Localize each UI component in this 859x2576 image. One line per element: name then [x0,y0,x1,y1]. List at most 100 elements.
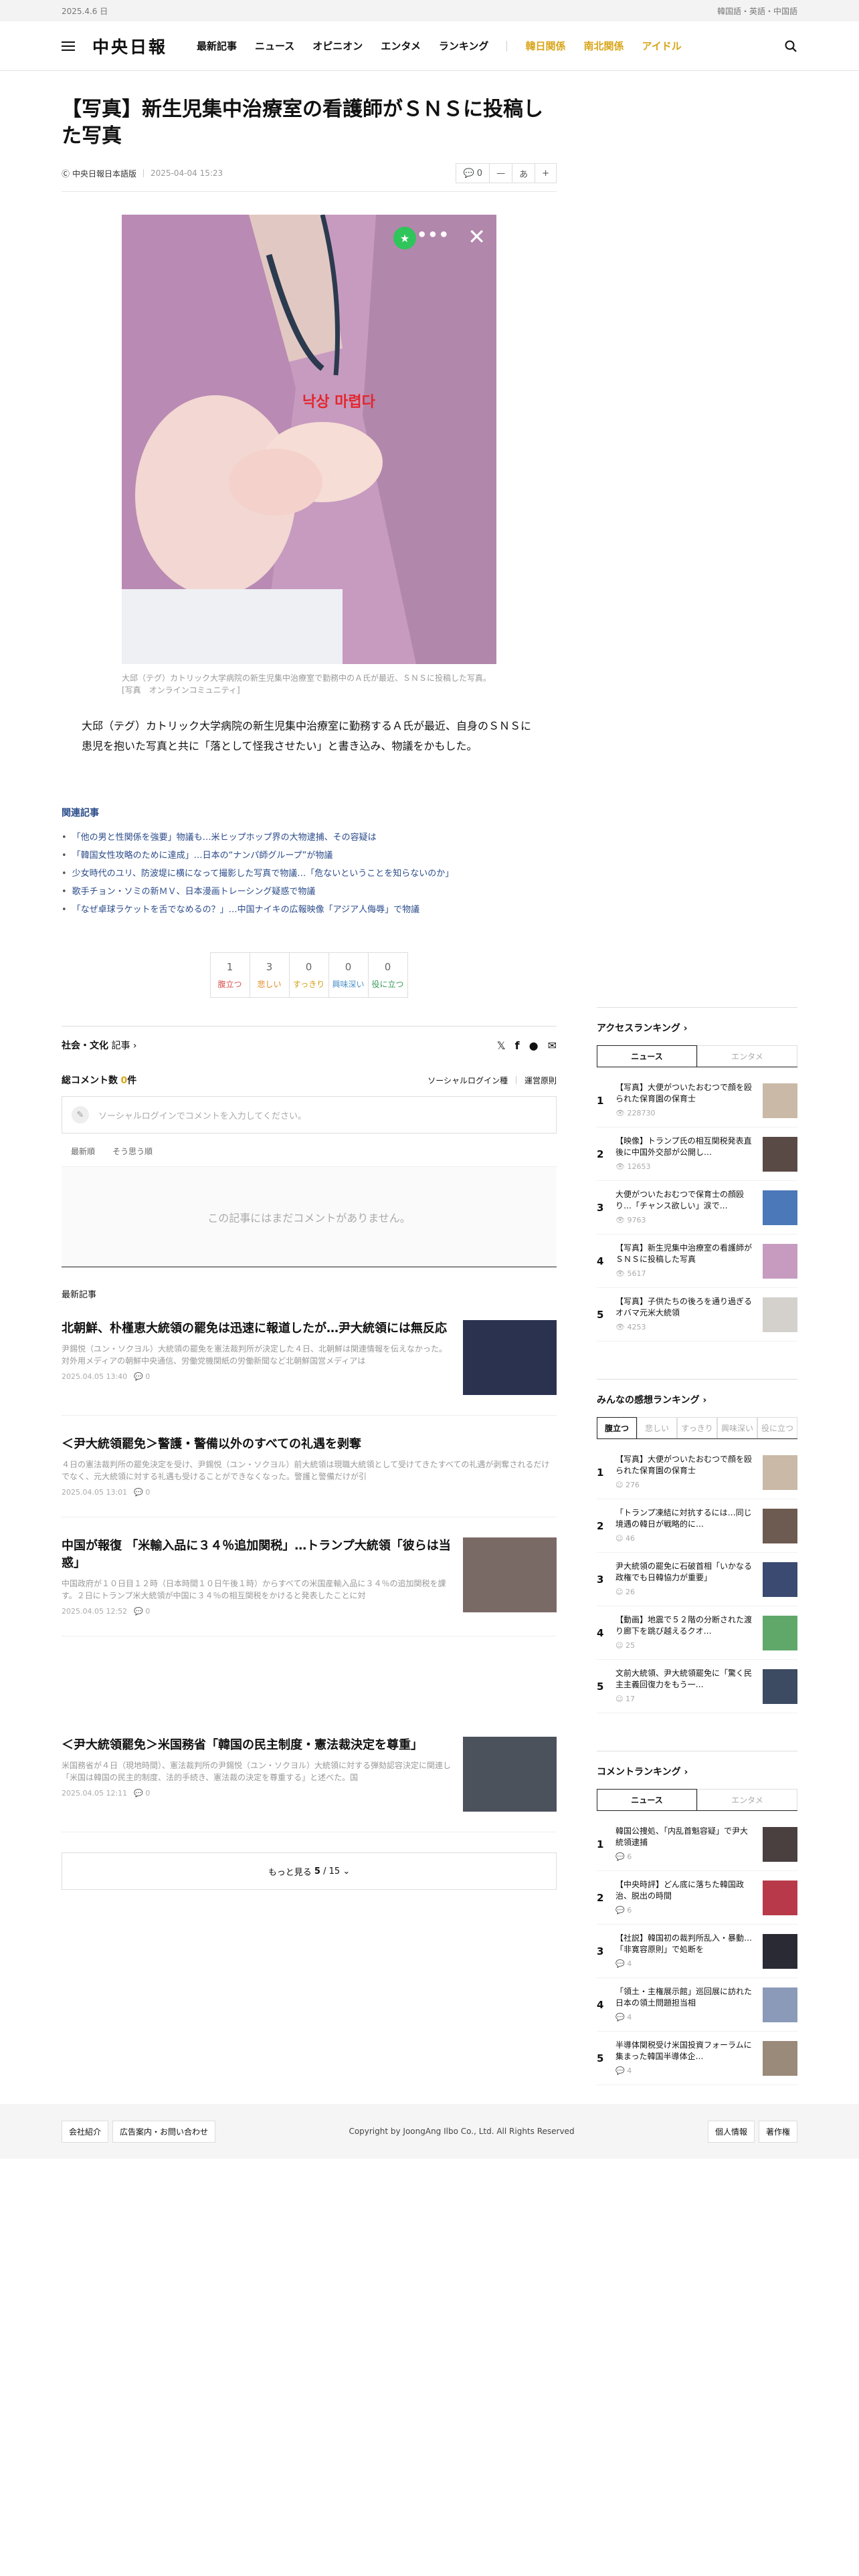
tab-useful[interactable]: 役に立つ [757,1417,797,1438]
reaction-useful[interactable]: 0 役に立つ [367,952,408,998]
ranking-item[interactable]: 3 【社説】韓国初の裁判所乱入・暴動…「非寛容原則」で処断を 💬 4 [597,1925,797,1978]
comments-header: 総コメント数 0件 ソーシャルログイン種 運営原則 [62,1073,557,1087]
nav-latest[interactable]: 最新記事 [197,39,237,53]
ranking-item[interactable]: 5 文前大統領、尹大統領罷免に「驚く民主主義回復力をもう一… ☺ 17 [597,1660,797,1713]
line-share-icon[interactable]: ● [529,1039,539,1052]
close-icon[interactable]: ✕ [468,224,486,249]
latest-item[interactable]: ＜尹大統領罷免＞米国務省「韓国の民主制度・憲法裁決定を尊重」 米国務省が４日（現地… [62,1737,557,1832]
category-row: 社会・文化 記事 › 𝕏 f ● ✉ [62,1026,557,1052]
facebook-share-icon[interactable]: f [515,1039,520,1052]
reaction-interesting[interactable]: 0 興味深い [328,952,369,998]
social-login-types[interactable]: ソーシャルログイン種 [427,1075,508,1086]
tab-entertainment[interactable]: エンタメ [697,1045,797,1067]
article-column: 【写真】新生児集中治療室の看護師がＳＮＳに投稿した写真 Ⓒ 中央日報日本語版 2… [62,71,557,1890]
ranking-item[interactable]: 2 【映像】トランプ氏の相互関税発表直後に中国外交部が公開し… 👁 12653 [597,1128,797,1181]
latest-thumbnail [463,1537,557,1612]
nav-opinion[interactable]: オピニオン [312,39,363,53]
ranking-item[interactable]: 2 【中央時評】どん底に落ちた韓国政治、脱出の時間 💬 6 [597,1871,797,1925]
latest-item[interactable]: ＜尹大統領罷免＞警護・警備以外のすべての礼遇を剥奪 ４日の憲法裁判所の罷免決定を受… [62,1436,557,1517]
load-more-button[interactable]: もっと見る 5 / 15 ⌄ [62,1852,557,1890]
tab-entertainment[interactable]: エンタメ [697,1789,797,1810]
hamburger-menu-icon[interactable] [62,41,75,51]
reaction-angry[interactable]: 1 腹立つ [209,952,250,998]
related-articles: 関連記事 「他の男と性関係を強要」物議も…米ヒップホップ界の大物逮捕、その容疑は… [62,806,557,919]
x-share-icon[interactable]: 𝕏 [497,1039,506,1052]
chevron-right-icon: › [132,1041,137,1051]
latest-item[interactable]: 北朝鮮、朴槿恵大統領の罷免は迅速に報道したが…尹大統領には無反応 尹錫悦（ユン・ソ… [62,1320,557,1416]
tab-angry[interactable]: 腹立つ [597,1417,637,1438]
ranking-item[interactable]: 5 半導体関税受け米国投資フォーラムに集まった韓国半導体企… 💬 4 [597,2032,797,2085]
ad-slot [62,1656,557,1737]
latest-item[interactable]: 中国が報復 「米輸入品に３４％追加関税」…トランプ大統領「彼らは当惑」 中国政府が… [62,1537,557,1636]
ranking-item[interactable]: 1 韓国公捜処、「内乱首魁容疑」で尹大統領逮捕 💬 6 [597,1818,797,1871]
chevron-down-icon: ⌄ [343,1866,351,1876]
more-options-icon[interactable]: ••• [417,225,450,244]
related-item[interactable]: 「なぜ卓球ラケットを舌でなめるの？」…中国ナイキの広報映像「アジア人侮辱」で物議 [62,901,557,919]
comments-title: 総コメント数 0件 [62,1075,137,1086]
footer-privacy-link[interactable]: 個人情報 [707,2120,755,2143]
nav-entertainment[interactable]: エンタメ [381,39,421,53]
article-body: 大邱（テグ）カトリック大学病院の新生児集中治療室に勤務するＡ氏が最近、自身のＳＮ… [82,720,532,752]
ranking-item[interactable]: 3 尹大統領の罷免に石破首相「いかなる政権でも日韓協力が重要」 ☺ 26 [597,1553,797,1606]
nav-ranking[interactable]: ランキング [439,39,489,53]
reaction-buttons: 1 腹立つ 3 悲しい 0 すっきり 0 興味深い 0 役に立つ [62,952,557,998]
photo-overlay-text: 낙상 마렵다 [302,394,375,411]
email-share-icon[interactable]: ✉ [548,1039,557,1052]
related-item[interactable]: 「韓国女性攻略のために達成」…日本の“ナンパ師グループ”が物議 [62,847,557,865]
ranking-item[interactable]: 3 大便がついたおむつで保育士の顔殴り…「チャンス欲しい」涙で… 👁 9763 [597,1181,797,1235]
language-links[interactable]: 韓国語・英語・中国語 [717,5,797,17]
nav-idol[interactable]: アイドル [642,39,681,53]
comment-icon: 💬 [463,168,474,179]
tab-sad[interactable]: 悲しい [637,1417,677,1438]
footer-copyright-link[interactable]: 著作権 [758,2120,797,2143]
comment-input[interactable]: ✎ ソーシャルログインでコメントを入力してください。 [62,1096,557,1134]
comment-placeholder: ソーシャルログインでコメントを入力してください。 [98,1111,306,1121]
article-meta: Ⓒ 中央日報日本語版 2025-04-04 15:23 💬 0 — あ + [62,162,557,185]
related-item[interactable]: 「他の男と性関係を強要」物議も…米ヒップホップ界の大物逮捕、その容疑は [62,829,557,847]
comment-policy-link[interactable]: 運営原則 [524,1075,557,1086]
related-item[interactable]: 少女時代のユリ、防波堤に横になって撮影した写真で物議…「危ないということを知らな… [62,865,557,883]
category-link[interactable]: 社会・文化 記事 › [62,1039,137,1052]
site-logo[interactable]: 中央日報 [92,34,167,58]
comment-count-button[interactable]: 💬 0 [456,164,489,183]
ranking-item[interactable]: 4 「領土・主権展示館」巡回展に訪れた日本の領土問題担当相 💬 4 [597,1978,797,2032]
current-date: 2025.4.6 日 [62,6,108,16]
reaction-relieved[interactable]: 0 すっきり [288,952,329,998]
article-source: Ⓒ 中央日報日本語版 [62,168,136,179]
ranking-item[interactable]: 5 【写真】子供たちの後ろを通り過ぎるオバマ元米大統領 👁 4253 [597,1288,797,1341]
sidebar: アクセスランキング › ニュース エンタメ 1 【写真】大便がついたおむつで顔を殴ら… [597,1007,797,2123]
ranking-item[interactable]: 4 【写真】新生児集中治療室の看護師がＳＮＳに投稿した写真 👁 5617 [597,1235,797,1288]
tab-news[interactable]: ニュース [597,1789,697,1810]
ranking-item[interactable]: 1 【写真】大便がついたおむつで顔を殴られた保育園の保育士 ☺ 276 [597,1446,797,1499]
related-heading: 関連記事 [62,808,99,819]
footer-company-link[interactable]: 会社紹介 [62,2120,109,2143]
star-badge-icon: ★ [393,227,416,249]
comments-empty-state: この記事にはまだコメントがありません。 [62,1167,557,1267]
article-photo[interactable]: 낙상 마렵다 ★ ••• ✕ [122,215,496,664]
nav-divider [506,40,508,51]
ranking-item[interactable]: 2 「トランプ凍結に対抗するには…同じ境遇の韓日が戦略的に… ☺ 46 [597,1499,797,1553]
nav-north-south[interactable]: 南北関係 [583,39,624,53]
reaction-sad[interactable]: 3 悲しい [249,952,290,998]
comment-count: 0 [476,168,483,179]
footer-ads-link[interactable]: 広告案内・お問い合わせ [112,2120,216,2143]
font-decrease-button[interactable]: — [489,164,512,183]
tab-interesting[interactable]: 興味深い [717,1417,757,1438]
nav-news[interactable]: ニュース [255,39,294,53]
sort-agree[interactable]: そう思う順 [112,1146,153,1157]
main-nav: 最新記事 ニュース オピニオン エンタメ ランキング 韓日関係 南北関係 アイド… [197,39,682,53]
ranking-item[interactable]: 1 【写真】大便がついたおむつで顔を殴られた保育園の保育士 👁 228730 [597,1074,797,1128]
related-item[interactable]: 歌手チョン・ソミの新ＭＶ、日本漫画トレーシング疑惑で物議 [62,883,557,901]
ranking-item[interactable]: 4 【動画】地震で５２階の分断された渡り廊下を跳び越えるクオ… ☺ 25 [597,1606,797,1660]
font-increase-button[interactable]: + [535,164,556,183]
access-ranking: アクセスランキング › ニュース エンタメ 1 【写真】大便がついたおむつで顔を殴ら… [597,1007,797,1341]
tab-news[interactable]: ニュース [597,1045,697,1067]
share-buttons: 𝕏 f ● ✉ [497,1039,557,1052]
latest-thumbnail [463,1737,557,1812]
sort-latest[interactable]: 最新順 [71,1146,95,1157]
reaction-ranking: みんなの感想ランキング › 腹立つ 悲しい すっきり 興味深い 役に立つ 1 【写… [597,1379,797,1713]
nav-korea-japan[interactable]: 韓日関係 [525,39,565,53]
latest-list: 北朝鮮、朴槿恵大統領の罷免は迅速に報道したが…尹大統領には無反応 尹錫悦（ユン・ソ… [62,1320,557,1832]
tab-relieved[interactable]: すっきり [677,1417,717,1438]
search-icon[interactable] [784,39,797,53]
